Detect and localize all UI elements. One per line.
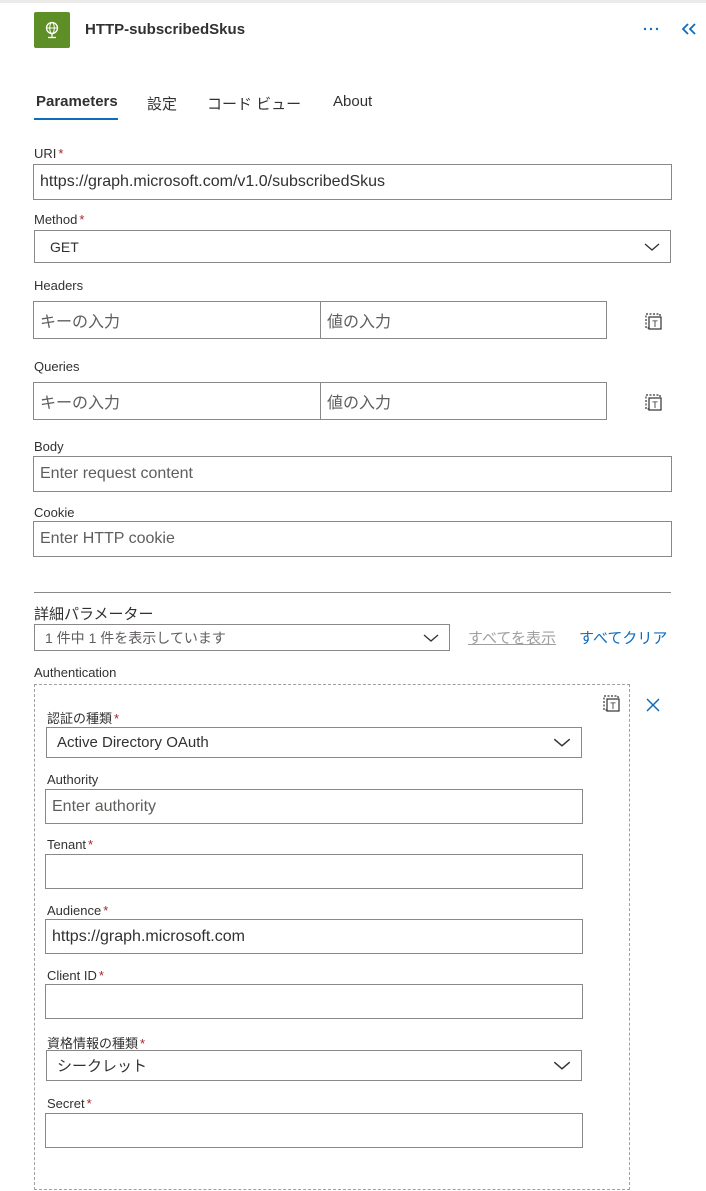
divider	[34, 592, 671, 593]
text-mode-icon[interactable]: T	[600, 691, 622, 713]
chevron-down-icon	[553, 1061, 571, 1070]
headers-value-input[interactable]: 値の入力	[320, 301, 607, 339]
chevron-down-icon	[644, 243, 660, 251]
auth-type-value: Active Directory OAuth	[57, 734, 209, 751]
headers-label: Headers	[34, 278, 84, 293]
uri-input[interactable]: https://graph.microsoft.com/v1.0/subscri…	[33, 164, 672, 200]
authority-input[interactable]: Enter authority	[45, 789, 583, 824]
svg-text:T: T	[652, 400, 658, 410]
clear-all-link[interactable]: すべてクリア	[579, 627, 667, 648]
top-edge	[0, 0, 706, 3]
advanced-parameters-select[interactable]: 1 件中 1 件を表示しています	[34, 624, 450, 651]
advanced-parameters-label: 詳細パラメーター	[34, 606, 154, 623]
authority-label: Authority	[47, 772, 99, 787]
credential-type-value: シークレット	[57, 1058, 148, 1075]
tab-settings[interactable]: 設定	[145, 93, 179, 114]
double-chevron-left-icon	[681, 23, 696, 35]
tab-bar: Parameters 設定 コード ビュー About	[34, 86, 454, 122]
tenant-label: Tenant *	[47, 837, 94, 852]
close-icon	[646, 698, 660, 712]
text-mode-icon[interactable]: T	[642, 390, 664, 412]
method-label: Method *	[34, 212, 85, 227]
body-input[interactable]: Enter request content	[33, 456, 672, 492]
collapse-button[interactable]	[678, 18, 700, 40]
globe-icon	[34, 12, 70, 48]
text-mode-icon[interactable]: T	[642, 309, 664, 331]
tenant-input[interactable]	[45, 854, 583, 889]
active-tab-indicator	[34, 118, 118, 120]
chevron-down-icon	[423, 634, 439, 642]
cookie-input[interactable]: Enter HTTP cookie	[33, 521, 672, 557]
svg-text:T: T	[610, 701, 616, 711]
uri-label: URI *	[34, 146, 64, 161]
queries-key-input[interactable]: キーの入力	[33, 382, 321, 420]
body-label: Body	[34, 439, 64, 454]
tab-code-view[interactable]: コード ビュー	[205, 93, 303, 114]
authentication-label: Authentication	[34, 665, 117, 680]
chevron-down-icon	[553, 738, 571, 747]
audience-input[interactable]: https://graph.microsoft.com	[45, 919, 583, 954]
tab-parameters[interactable]: Parameters	[34, 93, 120, 110]
client-id-label: Client ID *	[47, 968, 104, 983]
page-title: HTTP-subscribedSkus	[85, 21, 246, 38]
svg-text:T: T	[652, 319, 658, 329]
show-all-link[interactable]: すべてを表示	[468, 627, 556, 648]
cookie-label: Cookie	[34, 505, 75, 520]
queries-label: Queries	[34, 359, 80, 374]
auth-type-select[interactable]: Active Directory OAuth	[46, 727, 582, 758]
method-select[interactable]: GET	[34, 230, 671, 263]
method-value: GET	[50, 238, 79, 255]
auth-type-label: 認証の種類 *	[47, 711, 120, 726]
advanced-summary: 1 件中 1 件を表示しています	[45, 629, 226, 646]
remove-authentication-button[interactable]	[642, 694, 664, 716]
headers-key-input[interactable]: キーの入力	[33, 301, 321, 339]
secret-label: Secret *	[47, 1096, 92, 1111]
client-id-input[interactable]	[45, 984, 583, 1019]
audience-label: Audience *	[47, 903, 109, 918]
more-button[interactable]	[640, 18, 662, 40]
queries-value-input[interactable]: 値の入力	[320, 382, 607, 420]
secret-input[interactable]	[45, 1113, 583, 1148]
more-icon	[643, 27, 659, 31]
tab-about[interactable]: About	[331, 93, 374, 110]
credential-type-select[interactable]: シークレット	[46, 1050, 582, 1081]
